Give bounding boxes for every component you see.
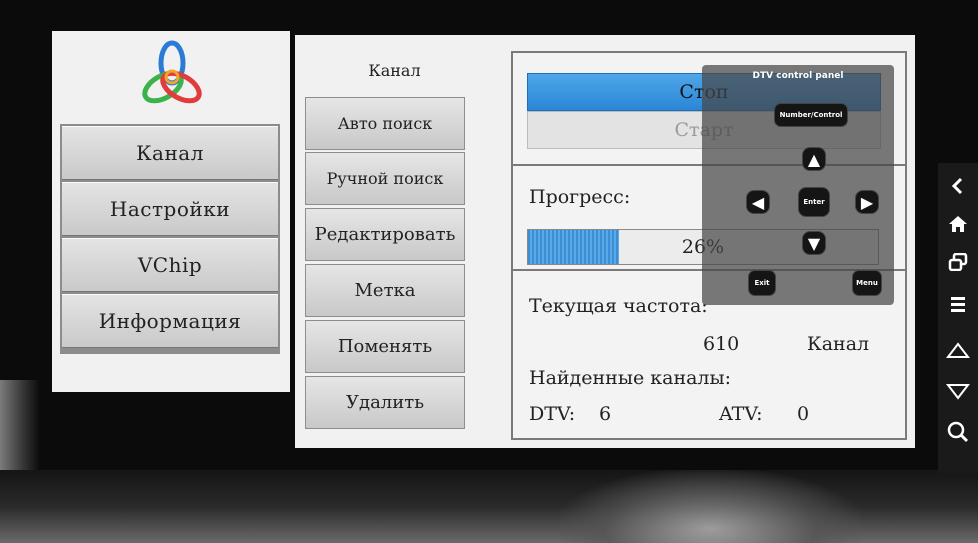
menu-item-info[interactable]: Информация	[62, 294, 278, 348]
enter-button[interactable]: Enter	[798, 187, 830, 217]
menu-item-label: VChip	[137, 253, 203, 277]
menu-button[interactable]: Menu	[852, 270, 882, 296]
label-button[interactable]: Метка	[305, 264, 465, 317]
dtv-label: DTV:	[529, 403, 576, 425]
background-light	[560, 470, 860, 543]
menu-icon[interactable]	[938, 287, 978, 321]
up-arrow-icon: ▲	[807, 149, 821, 169]
dtv-panel-title: DTV control panel	[752, 71, 844, 81]
down-arrow-icon: ▼	[807, 233, 821, 253]
exit-button[interactable]: Exit	[748, 270, 776, 296]
swap-button[interactable]: Поменять	[305, 320, 465, 373]
left-arrow-button[interactable]: ◀	[746, 190, 770, 214]
atv-count: 0	[797, 403, 810, 425]
side-toolbar	[938, 163, 978, 473]
current-frequency-unit: Канал	[807, 333, 870, 355]
up-triangle-icon[interactable]	[938, 333, 978, 367]
menu-item-label: Канал	[136, 141, 204, 165]
edit-button[interactable]: Редактировать	[305, 208, 465, 261]
main-menu-list: Канал Настройки VChip Информация	[60, 124, 280, 354]
dtv-control-panel: DTV control panel Number/Control ▲ ◀ Ent…	[702, 65, 894, 305]
right-arrow-button[interactable]: ▶	[855, 190, 879, 214]
menu-item-label: Информация	[98, 309, 242, 333]
current-frequency-value: 610	[703, 333, 740, 355]
progress-label: Прогресс:	[529, 186, 631, 208]
down-triangle-icon[interactable]	[938, 375, 978, 409]
number-control-button[interactable]: Number/Control	[774, 103, 848, 127]
found-channels-label: Найденные каналы:	[529, 367, 732, 389]
dtv-count: 6	[599, 403, 612, 425]
right-arrow-icon: ▶	[860, 192, 874, 212]
home-icon[interactable]	[938, 207, 978, 241]
menu-item-label: Настройки	[109, 197, 231, 221]
down-arrow-button[interactable]: ▼	[802, 231, 826, 255]
app-logo	[142, 40, 202, 104]
search-icon[interactable]	[938, 415, 978, 449]
left-arrow-icon: ◀	[751, 192, 765, 212]
auto-search-button[interactable]: Авто поиск	[305, 97, 465, 150]
channel-panel-title: Канал	[368, 61, 421, 80]
up-arrow-button[interactable]: ▲	[802, 147, 826, 171]
main-menu-panel: Канал Настройки VChip Информация	[52, 31, 290, 392]
menu-item-channel[interactable]: Канал	[62, 126, 278, 180]
windows-icon[interactable]	[938, 245, 978, 279]
menu-item-vchip[interactable]: VChip	[62, 238, 278, 292]
back-icon[interactable]	[938, 169, 978, 203]
menu-item-settings[interactable]: Настройки	[62, 182, 278, 236]
atv-label: ATV:	[719, 403, 763, 425]
current-frequency-label: Текущая частота:	[529, 295, 708, 317]
manual-search-button[interactable]: Ручной поиск	[305, 152, 465, 205]
delete-button[interactable]: Удалить	[305, 376, 465, 429]
